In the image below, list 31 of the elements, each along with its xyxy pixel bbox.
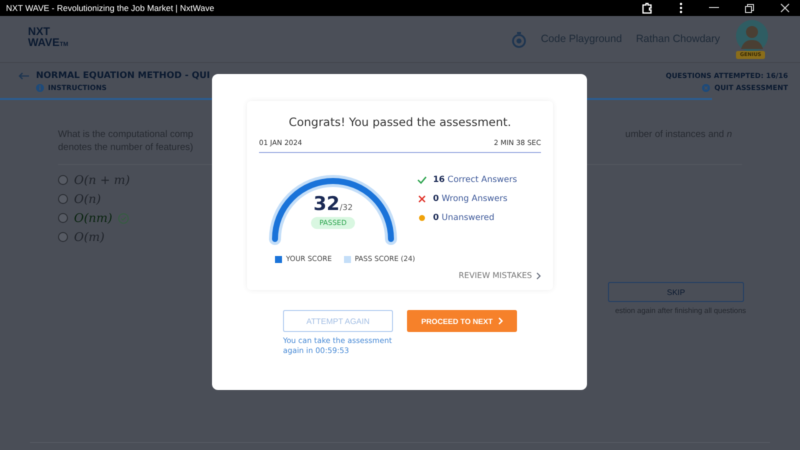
score-value: 32 bbox=[313, 193, 340, 215]
more-icon[interactable] bbox=[679, 2, 683, 14]
extension-icon[interactable] bbox=[641, 2, 653, 14]
close-circle-icon bbox=[702, 84, 710, 92]
info-icon bbox=[36, 84, 44, 92]
radio-button[interactable] bbox=[58, 194, 68, 204]
check-circle-icon bbox=[118, 212, 130, 224]
chevron-icon bbox=[498, 317, 503, 325]
radio-button[interactable] bbox=[58, 213, 68, 223]
stat-text: 0 Unanswered bbox=[433, 213, 494, 223]
review-mistakes-link[interactable]: REVIEW MISTAKES bbox=[458, 271, 541, 280]
score-total: /32 bbox=[340, 203, 353, 212]
quiz-title: NORMAL EQUATION METHOD - QUI bbox=[36, 71, 210, 81]
result-title: Congrats! You passed the assessment. bbox=[288, 115, 512, 129]
stat-text: 16 Correct Answers bbox=[433, 175, 518, 185]
option-text[interactable]: O(nm) bbox=[74, 211, 112, 225]
skip-button[interactable]: SKIP bbox=[608, 282, 744, 302]
close-icon[interactable] bbox=[780, 3, 790, 13]
minimize-icon[interactable] bbox=[709, 7, 719, 9]
dot-icon bbox=[417, 215, 427, 221]
radio-button[interactable] bbox=[58, 232, 68, 242]
chevron-icon bbox=[536, 272, 541, 280]
avatar[interactable] bbox=[735, 19, 769, 53]
check-icon bbox=[417, 176, 427, 184]
radio-button[interactable] bbox=[58, 175, 68, 185]
cross-icon bbox=[417, 195, 427, 203]
stat-text: 0 Wrong Answers bbox=[433, 194, 508, 204]
stopwatch-icon[interactable] bbox=[510, 30, 527, 48]
window-title: NXT WAVE - Revolutionizing the Job Market | NxtWave bbox=[6, 3, 214, 13]
back-arrow-icon[interactable] bbox=[18, 72, 30, 80]
restore-icon[interactable] bbox=[745, 4, 754, 12]
